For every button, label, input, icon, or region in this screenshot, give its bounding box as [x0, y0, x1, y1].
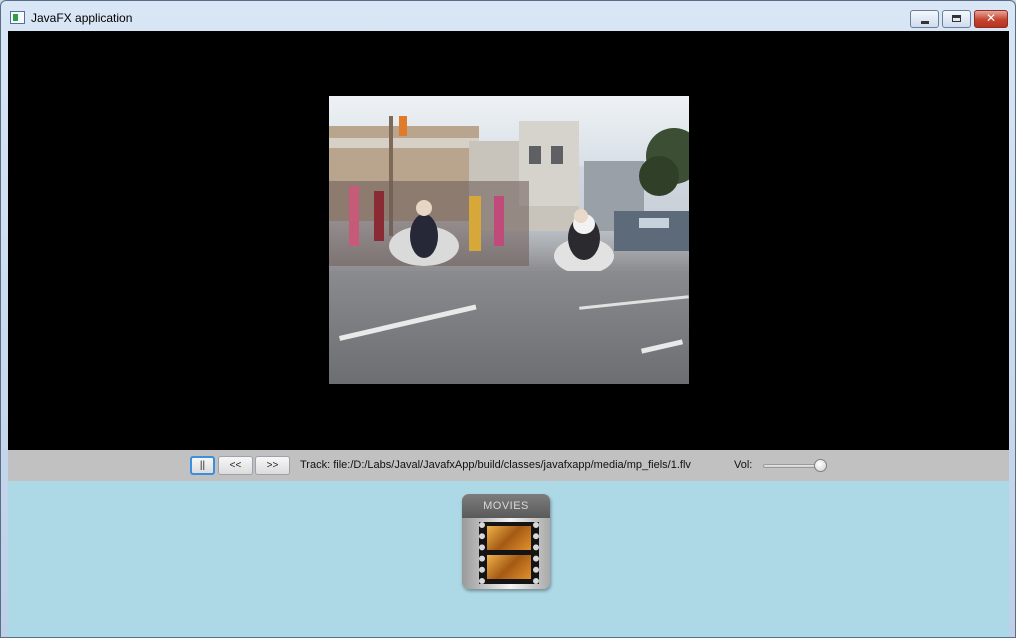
pause-button[interactable]: || [190, 456, 215, 475]
maximize-button[interactable] [942, 10, 971, 28]
movies-icon-label: MOVIES [462, 494, 550, 518]
rewind-button[interactable]: << [218, 456, 253, 475]
film-icon [479, 522, 539, 584]
fast-forward-button[interactable]: >> [255, 456, 290, 475]
media-control-bar: || << >> Track: file:/D:/Labs/Javal/Java… [8, 450, 1009, 481]
client-area: || << >> Track: file:/D:/Labs/Javal/Java… [8, 31, 1009, 637]
title-bar[interactable]: JavaFX application [1, 1, 1015, 31]
minimize-button[interactable] [910, 10, 939, 28]
app-icon [10, 11, 25, 24]
volume-label: Vol: [734, 459, 753, 471]
video-scene [329, 116, 689, 274]
window-title: JavaFX application [31, 11, 133, 25]
track-path-label: Track: file:/D:/Labs/Javal/JavafxApp/bui… [300, 459, 691, 471]
film-frame [487, 526, 531, 550]
volume-slider-thumb[interactable] [813, 459, 827, 472]
film-frame [487, 555, 531, 579]
media-view[interactable] [8, 31, 1009, 450]
close-button[interactable] [974, 10, 1008, 28]
app-window: JavaFX application ✕ || << >> Track: fil… [0, 0, 1016, 638]
movies-icon[interactable]: MOVIES [462, 494, 550, 589]
video-frame [329, 96, 689, 384]
